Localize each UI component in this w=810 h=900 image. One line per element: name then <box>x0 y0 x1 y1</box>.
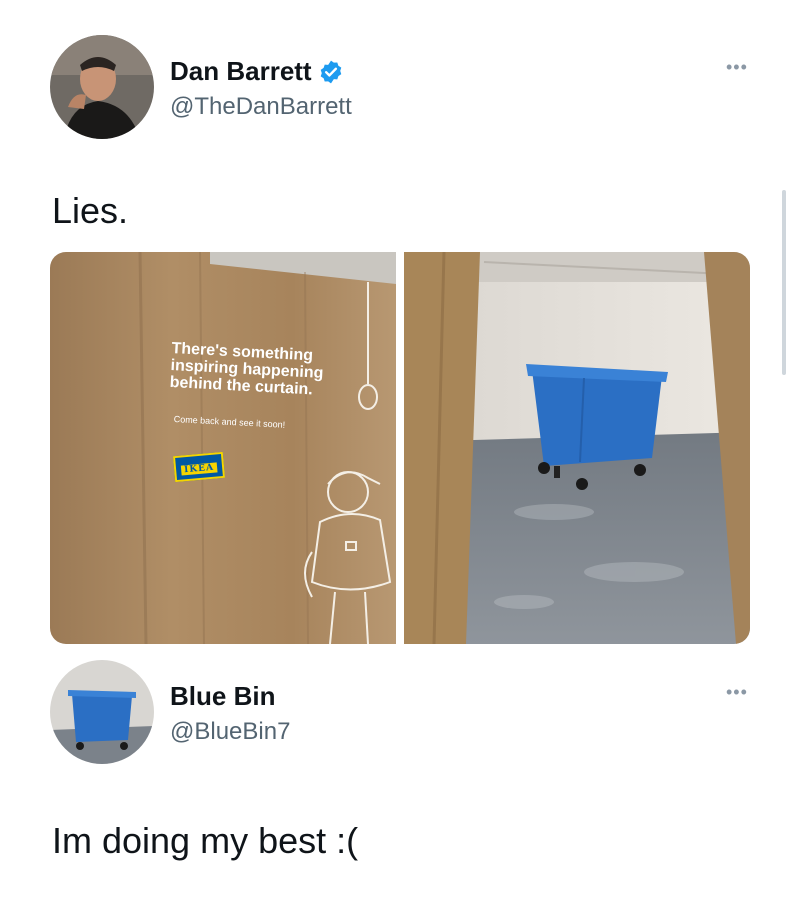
more-options-icon[interactable]: ••• <box>726 57 748 78</box>
scrollbar[interactable] <box>782 190 786 375</box>
ikea-logo-text: IKEA <box>180 462 218 476</box>
reply-author-name[interactable]: Blue Bin <box>170 681 275 712</box>
curtain-photo[interactable]: There's something inspiring happening be… <box>50 252 396 644</box>
reply-author-handle[interactable]: @BlueBin7 <box>170 718 290 746</box>
reply-more-options-icon[interactable]: ••• <box>726 682 748 703</box>
curtain-headline: There's something inspiring happening be… <box>169 340 324 399</box>
reply-avatar[interactable] <box>50 660 154 764</box>
tweet-media[interactable]: There's something inspiring happening be… <box>50 252 750 644</box>
bin-photo[interactable] <box>404 252 750 644</box>
verified-badge-icon <box>318 59 344 85</box>
avatar[interactable] <box>50 35 154 139</box>
tweet-text: Lies. <box>52 190 129 231</box>
reply-text: Im doing my best :( <box>52 820 359 861</box>
ikea-logo: IKEA <box>172 451 225 483</box>
author-name[interactable]: Dan Barrett <box>170 56 344 87</box>
author-handle[interactable]: @TheDanBarrett <box>170 93 352 121</box>
author-name-label[interactable]: Dan Barrett <box>170 56 312 87</box>
